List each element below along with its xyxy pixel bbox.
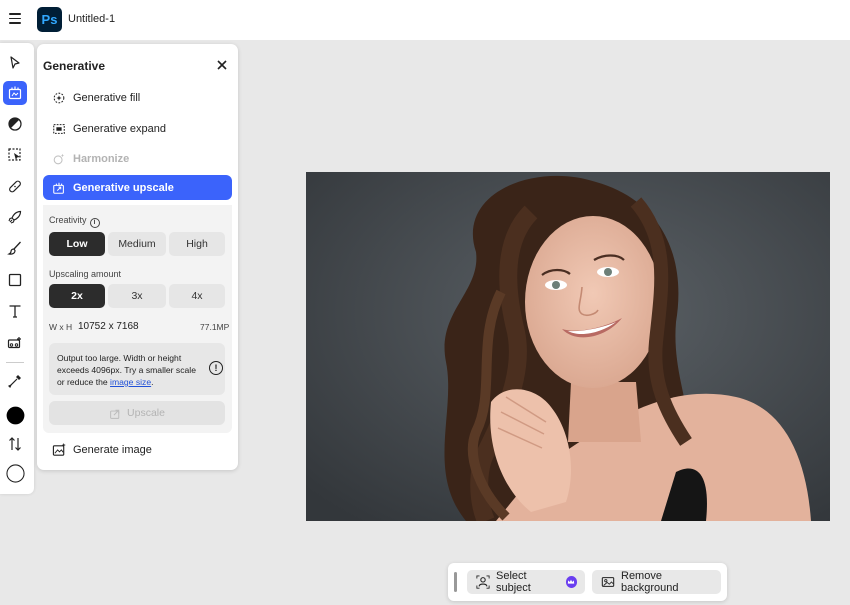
marquee-icon <box>8 148 21 161</box>
adjustments-tool[interactable] <box>3 112 27 136</box>
toolbar-divider <box>6 362 24 363</box>
bandage-icon <box>9 180 21 193</box>
drag-handle[interactable] <box>454 572 457 592</box>
generative-upscale-label: Generative upscale <box>73 181 174 194</box>
generate-image-item[interactable]: Generate image <box>43 437 232 462</box>
premium-crown-icon <box>565 576 577 588</box>
selection-tool[interactable] <box>3 143 27 167</box>
quick-actions-tool[interactable] <box>3 205 27 229</box>
type-icon <box>9 305 21 318</box>
rectangle-icon <box>8 273 22 287</box>
upscaling-options: 2x 3x 4x <box>49 284 225 308</box>
info-icon[interactable]: i <box>89 217 100 228</box>
remove-background-icon <box>601 577 615 587</box>
warning-suffix: . <box>151 377 154 387</box>
shape-tool[interactable] <box>3 268 27 292</box>
upscale-3x-button[interactable]: 3x <box>108 284 166 308</box>
generative-fill-item[interactable]: Generative fill <box>43 85 232 110</box>
generative-fill-icon <box>53 92 65 103</box>
size-warning: Output too large. Width or height exceed… <box>49 343 225 395</box>
generate-image-label: Generate image <box>73 443 152 456</box>
contextual-taskbar: Select subject Remove background <box>448 563 727 601</box>
generative-fill-label: Generative fill <box>73 91 141 104</box>
eyedropper-tool[interactable] <box>3 369 27 393</box>
brush-icon <box>7 241 21 255</box>
image-add-icon <box>7 337 21 349</box>
select-subject-icon <box>476 575 490 589</box>
adjust-icon <box>8 117 22 131</box>
top-bar: Ps Untitled-1 <box>0 0 850 40</box>
creativity-label: Creativity <box>49 215 87 225</box>
remove-background-label: Remove background <box>621 570 679 594</box>
foreground-color-icon <box>6 406 24 424</box>
creativity-low-button[interactable]: Low <box>49 232 105 256</box>
remove-background-button[interactable]: Remove background <box>592 570 721 594</box>
swap-colors-button[interactable] <box>3 432 27 456</box>
swap-arrows-icon <box>9 437 21 451</box>
warning-message: Output too large. Width or height exceed… <box>57 352 197 388</box>
upscaling-amount-label: Upscaling amount <box>49 269 122 279</box>
harmonize-item: Harmonize <box>43 146 232 171</box>
canvas-image[interactable] <box>306 172 830 521</box>
harmonize-label: Harmonize <box>73 152 130 165</box>
generative-icon <box>8 86 22 100</box>
panel-title: Generative <box>43 59 106 73</box>
image-size-link[interactable]: image size <box>110 377 151 387</box>
select-subject-label: Select subject <box>496 570 531 594</box>
dimensions-label: W x H <box>49 322 73 332</box>
eyedropper-icon <box>7 375 21 389</box>
upscale-icon <box>110 409 120 419</box>
megapixels-value: 77.1MP <box>200 322 230 332</box>
generative-tool[interactable] <box>3 81 27 105</box>
generative-expand-label: Generative expand <box>73 122 166 135</box>
creativity-high-button[interactable]: High <box>169 232 225 256</box>
menu-icon[interactable] <box>9 13 21 25</box>
dimensions-value: 10752 x 7168 <box>78 321 139 332</box>
upscale-2x-button[interactable]: 2x <box>49 284 105 308</box>
foreground-color-swatch[interactable] <box>3 403 27 427</box>
generative-upscale-icon <box>53 182 64 194</box>
left-toolbar <box>0 43 34 494</box>
arrow-pointer-icon <box>10 56 20 69</box>
upscale-4x-button[interactable]: 4x <box>169 284 225 308</box>
photoshop-logo[interactable]: Ps <box>37 7 62 32</box>
rocket-icon <box>8 210 22 224</box>
close-icon[interactable] <box>215 58 229 72</box>
harmonize-icon <box>53 153 65 164</box>
upscale-button: Upscale <box>49 401 225 425</box>
alert-icon: ! <box>209 361 223 375</box>
add-image-tool[interactable] <box>3 330 27 354</box>
select-tool[interactable] <box>3 51 27 75</box>
retouch-tool[interactable] <box>3 174 27 198</box>
select-subject-button[interactable]: Select subject <box>467 570 585 594</box>
creativity-options: Low Medium High <box>49 232 225 256</box>
upscale-button-label: Upscale <box>127 407 165 419</box>
generate-image-icon <box>52 442 66 456</box>
creativity-label-row: Creativity i <box>49 215 100 228</box>
generative-upscale-item[interactable]: Generative upscale <box>43 175 232 200</box>
document-title[interactable]: Untitled-1 <box>68 13 115 25</box>
upscale-settings: Creativity i Low Medium High Upscaling am… <box>43 205 232 433</box>
generative-expand-item[interactable]: Generative expand <box>43 116 232 141</box>
generative-panel: Generative Generative fill Generative ex… <box>37 44 238 470</box>
background-color-icon <box>5 463 25 483</box>
brush-tool[interactable] <box>3 236 27 260</box>
background-color-swatch[interactable] <box>3 461 27 485</box>
creativity-medium-button[interactable]: Medium <box>108 232 166 256</box>
generative-expand-icon <box>53 123 65 134</box>
portrait-photo <box>306 172 830 521</box>
type-tool[interactable] <box>3 299 27 323</box>
